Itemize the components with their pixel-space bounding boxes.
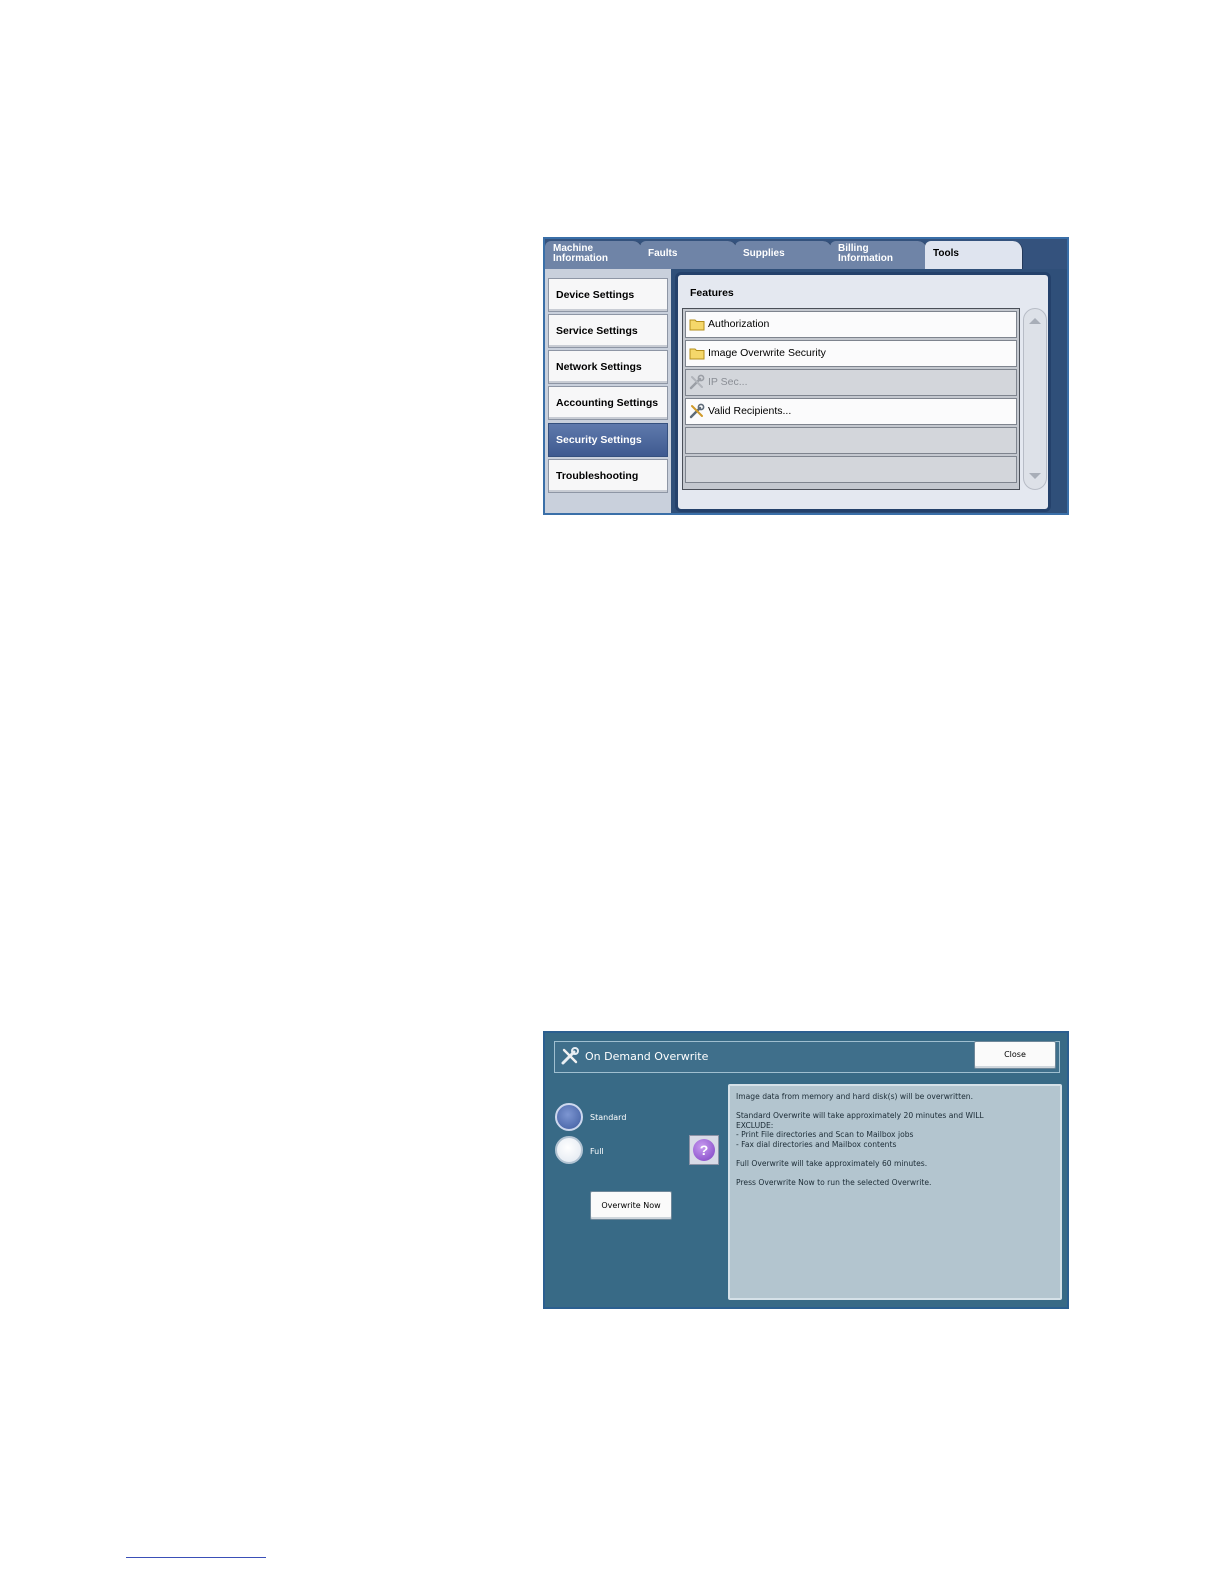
scroll-down-icon[interactable] bbox=[1029, 473, 1041, 479]
feature-label: Valid Recipients... bbox=[708, 405, 792, 417]
scroll-up-icon[interactable] bbox=[1029, 318, 1041, 324]
tools-icon bbox=[689, 374, 705, 390]
feature-label: Authorization bbox=[708, 318, 770, 330]
feature-image-overwrite-security[interactable]: Image Overwrite Security bbox=[685, 340, 1017, 367]
nav-device-settings[interactable]: Device Settings bbox=[548, 278, 668, 312]
tab-label: Billing Information bbox=[838, 243, 893, 264]
info-line: Press Overwrite Now to run the selected … bbox=[736, 1178, 932, 1188]
info-line: Standard Overwrite will take approximate… bbox=[736, 1111, 984, 1121]
tab-bar: Machine Information Faults Supplies Bill… bbox=[545, 239, 1067, 269]
info-line: EXCLUDE: bbox=[736, 1120, 774, 1130]
features-list: Authorization Image Overwrite Security I… bbox=[682, 308, 1020, 490]
close-button[interactable]: Close bbox=[974, 1041, 1056, 1069]
tab-label: Faults bbox=[648, 248, 678, 259]
folder-icon bbox=[689, 319, 705, 331]
feature-authorization[interactable]: Authorization bbox=[685, 311, 1017, 338]
dialog-title: On Demand Overwrite bbox=[585, 1050, 709, 1063]
info-line: Image data from memory and hard disk(s) … bbox=[736, 1092, 974, 1101]
tab-label: Tools bbox=[933, 248, 959, 259]
radio-full[interactable] bbox=[555, 1136, 583, 1164]
help-icon: ? bbox=[693, 1139, 715, 1161]
info-line: - Fax dial directories and Mailbox conte… bbox=[736, 1139, 897, 1149]
settings-nav: Device Settings Service Settings Network… bbox=[545, 269, 671, 513]
radio-full-label: Full bbox=[590, 1147, 604, 1156]
tools-icon bbox=[689, 403, 705, 419]
features-scrollbar[interactable] bbox=[1023, 308, 1047, 490]
features-panel: Features Authorization Image Overwrite S… bbox=[675, 272, 1051, 512]
tab-label: Machine Information bbox=[553, 243, 608, 264]
features-title: Features bbox=[690, 287, 734, 299]
nav-security-settings[interactable]: Security Settings bbox=[548, 423, 668, 457]
feature-label: Image Overwrite Security bbox=[708, 347, 826, 359]
radio-standard-label: Standard bbox=[590, 1113, 627, 1122]
tools-screen: Machine Information Faults Supplies Bill… bbox=[543, 237, 1069, 515]
feature-valid-recipients[interactable]: Valid Recipients... bbox=[685, 398, 1017, 425]
on-demand-overwrite-dialog: On Demand Overwrite Close Standard Full … bbox=[543, 1031, 1069, 1309]
tab-tools[interactable]: Tools bbox=[925, 241, 1023, 269]
tools-icon bbox=[561, 1047, 579, 1065]
overwrite-now-button[interactable]: Overwrite Now bbox=[590, 1191, 672, 1220]
tab-label: Supplies bbox=[743, 248, 785, 259]
feature-empty-row bbox=[685, 427, 1017, 454]
help-button[interactable]: ? bbox=[689, 1135, 719, 1165]
tab-supplies[interactable]: Supplies bbox=[735, 241, 833, 269]
feature-empty-row bbox=[685, 456, 1017, 483]
info-line: - Print File directories and Scan to Mai… bbox=[736, 1130, 914, 1140]
folder-icon bbox=[689, 348, 705, 360]
radio-standard[interactable] bbox=[555, 1103, 583, 1131]
tab-machine-information[interactable]: Machine Information bbox=[545, 241, 643, 269]
nav-network-settings[interactable]: Network Settings bbox=[548, 350, 668, 384]
feature-ip-sec[interactable]: IP Sec... bbox=[685, 369, 1017, 396]
nav-troubleshooting[interactable]: Troubleshooting bbox=[548, 459, 668, 493]
feature-label: IP Sec... bbox=[708, 376, 748, 388]
nav-accounting-settings[interactable]: Accounting Settings bbox=[548, 386, 668, 420]
nav-service-settings[interactable]: Service Settings bbox=[548, 314, 668, 348]
info-panel: Image data from memory and hard disk(s) … bbox=[728, 1084, 1062, 1300]
tab-faults[interactable]: Faults bbox=[640, 241, 738, 269]
footer-link-underline bbox=[126, 1557, 266, 1558]
info-line: Full Overwrite will take approximately 6… bbox=[736, 1159, 928, 1169]
tab-billing-information[interactable]: Billing Information bbox=[830, 241, 928, 269]
